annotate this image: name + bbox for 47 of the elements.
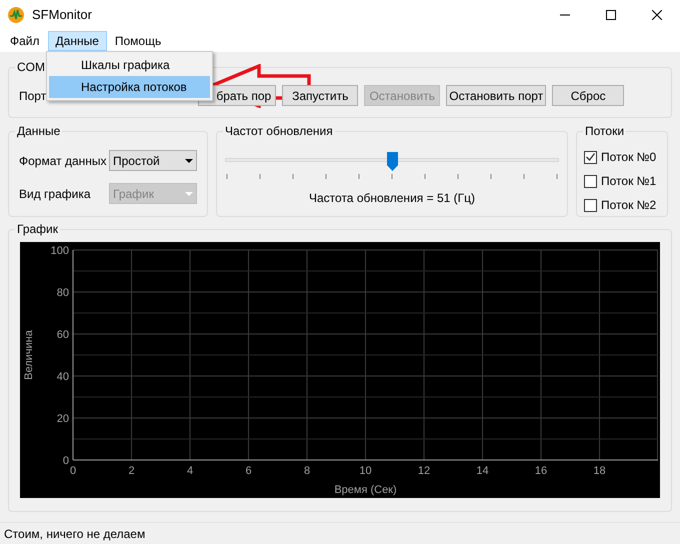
y-tick-label: 100 [50,245,69,257]
dropdown-field[interactable]: Простой [109,150,197,171]
checkbox-label: Поток №2 [601,197,656,214]
port-button[interactable]: Сброс [552,85,624,106]
rate-reading: Частота обновления = 51 (Гц) [308,190,476,207]
port-button[interactable]: Остановить порт [446,85,546,106]
checkbox[interactable] [584,150,597,164]
x-tick-label: 8 [304,465,310,477]
dropdown-item[interactable]: Настройка потоков [49,76,210,98]
x-tick-label: 6 [245,465,252,477]
x-tick-label: 0 [70,465,76,477]
y-tick-label: 40 [56,371,69,383]
port-label: Порт [19,88,46,104]
close-icon [652,10,662,20]
maximize-icon [606,10,616,20]
dropdown-item[interactable]: Шкалы графика [49,54,210,76]
y-tick-label: 60 [56,329,69,341]
checkbox[interactable] [584,198,597,212]
caret-icon [185,158,193,162]
x-tick-label: 2 [128,465,135,477]
x-tick-label: 14 [476,465,489,477]
x-tick-label: 4 [186,465,194,477]
checkbox-label: Поток №1 [601,173,656,190]
caret-icon [185,192,193,196]
y-tick-label: 80 [56,287,69,299]
menu-item[interactable]: Данные [48,31,107,51]
y-tick-label: 0 [62,455,69,467]
field-label: Формат данных [19,152,107,170]
app-logo-icon [8,7,24,23]
checkbox-label: Поток №0 [601,149,656,166]
window-title: SFMonitor [32,6,92,24]
x-axis-title: Время (Сек) [334,484,397,496]
port-button[interactable]: Запустить [282,85,358,106]
group-title: График [15,221,60,237]
menu-item[interactable]: Файл [2,31,48,51]
x-tick-label: 18 [593,465,606,477]
x-tick-label: 10 [359,465,372,477]
menu-item[interactable]: Помощь [106,31,170,51]
x-tick-label: 12 [418,465,430,477]
check-icon [586,153,595,161]
checkbox[interactable] [584,174,597,188]
field-label: Вид графика [19,186,91,202]
y-tick-label: 20 [56,413,69,425]
slider-thumb[interactable] [387,152,398,171]
x-tick-label: 16 [534,465,548,477]
status-text: Стоим, ничего не делаем [4,526,146,542]
y-axis-title: Величина [23,330,35,380]
